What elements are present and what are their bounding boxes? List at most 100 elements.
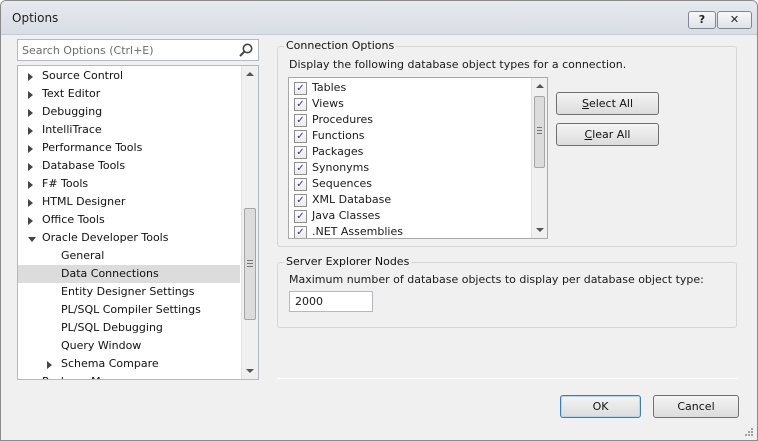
object-type-label: XML Database: [312, 193, 392, 206]
checkbox[interactable]: ✓: [294, 178, 307, 191]
object-type-label: .NET Assemblies: [312, 225, 403, 238]
tree-item[interactable]: Database Tools: [18, 157, 240, 175]
object-type-label: Packages: [312, 145, 364, 158]
tree-item[interactable]: Data Connections: [18, 265, 240, 283]
server-explorer-group: Server Explorer Nodes Maximum number of …: [277, 255, 737, 328]
max-objects-input[interactable]: 2000: [289, 291, 373, 312]
object-type-label: Java Classes: [312, 209, 381, 222]
scroll-up-icon[interactable]: [246, 72, 254, 76]
tree-scrollbar[interactable]: [241, 66, 258, 379]
collapse-arrow-icon[interactable]: [28, 145, 33, 153]
select-all-button[interactable]: Select All: [556, 92, 659, 115]
ok-button[interactable]: OK: [560, 395, 641, 418]
checkbox[interactable]: ✓: [294, 162, 307, 175]
tree-item-label: HTML Designer: [42, 195, 126, 208]
object-type-label: Sequences: [312, 177, 372, 190]
search-icon[interactable]: [238, 42, 254, 58]
expand-arrow-icon[interactable]: [28, 237, 36, 242]
server-explorer-description: Maximum number of database objects to di…: [289, 273, 704, 286]
tree-item-label: General: [61, 249, 105, 262]
tree-item[interactable]: General: [18, 247, 240, 265]
tree-items: Source Control Text Editor Debugging Intell…: [18, 67, 240, 380]
collapse-arrow-icon[interactable]: [28, 109, 33, 117]
tree-item-label: Performance Tools: [42, 141, 143, 154]
tree-item[interactable]: Oracle Developer Tools: [18, 229, 240, 247]
checkbox[interactable]: ✓: [294, 210, 307, 223]
tree-item[interactable]: Schema Compare: [18, 355, 240, 373]
search-input[interactable]: Search Options (Ctrl+E): [17, 39, 259, 61]
select-all-mnemonic: S: [581, 97, 589, 110]
tree-item-label: Database Tools: [42, 159, 126, 172]
object-types-list[interactable]: ✓ Tables ✓ Views ✓ Procedures ✓ Functions ✓ Packa…: [288, 77, 548, 239]
checkbox[interactable]: ✓: [294, 194, 307, 207]
collapse-arrow-icon[interactable]: [28, 379, 33, 380]
tree-item-label: Schema Compare: [61, 357, 159, 370]
tree-item[interactable]: Query Window: [18, 337, 240, 355]
checkbox[interactable]: ✓: [294, 82, 307, 95]
collapse-arrow-icon[interactable]: [28, 199, 33, 207]
tree-item[interactable]: PL/SQL Debugging: [18, 319, 240, 337]
footer-separator: [277, 378, 737, 379]
collapse-arrow-icon[interactable]: [28, 73, 33, 81]
tree-item-label: PL/SQL Debugging: [61, 321, 163, 334]
window-title: Options: [12, 11, 59, 25]
options-tree[interactable]: Source Control Text Editor Debugging Intell…: [17, 65, 259, 380]
scroll-up-icon[interactable]: [536, 84, 544, 88]
close-button[interactable]: ✕: [717, 11, 752, 29]
checkbox[interactable]: ✓: [294, 130, 307, 143]
tree-item-label: Package Manager: [42, 373, 139, 379]
tree-item[interactable]: HTML Designer: [18, 193, 240, 211]
tree-item-label: Text Editor: [42, 87, 101, 100]
tree-item[interactable]: PL/SQL Compiler Settings: [18, 301, 240, 319]
server-explorer-title: Server Explorer Nodes: [284, 255, 412, 268]
collapse-arrow-icon[interactable]: [28, 163, 33, 171]
checkbox[interactable]: ✓: [294, 114, 307, 127]
tree-item-label: F# Tools: [42, 177, 89, 190]
tree-item[interactable]: Text Editor: [18, 85, 240, 103]
checkbox[interactable]: ✓: [294, 98, 307, 111]
tree-item[interactable]: Debugging: [18, 103, 240, 121]
collapse-arrow-icon[interactable]: [47, 361, 52, 369]
object-type-label: Views: [312, 97, 344, 110]
collapse-arrow-icon[interactable]: [28, 217, 33, 225]
tree-item[interactable]: F# Tools: [18, 175, 240, 193]
tree-item-label: Oracle Developer Tools: [42, 231, 169, 244]
object-type-label: Procedures: [312, 113, 373, 126]
clear-all-label: lear All: [592, 128, 631, 141]
search-placeholder: Search Options (Ctrl+E): [22, 44, 154, 57]
collapse-arrow-icon[interactable]: [28, 91, 33, 99]
tree-item[interactable]: Source Control: [18, 67, 240, 85]
tree-item-label: Debugging: [42, 105, 103, 118]
scroll-thumb[interactable]: [534, 96, 545, 168]
tree-item-label: PL/SQL Compiler Settings: [61, 303, 201, 316]
clear-all-button[interactable]: Clear All: [556, 123, 659, 146]
scroll-down-icon[interactable]: [536, 228, 544, 232]
collapse-arrow-icon[interactable]: [28, 181, 33, 189]
checkbox[interactable]: ✓: [294, 226, 307, 238]
tree-item-label: Entity Designer Settings: [61, 285, 195, 298]
tree-item-label: Data Connections: [61, 267, 159, 280]
connection-options-group: Connection Options Display the following…: [277, 39, 737, 247]
tree-item-label: IntelliTrace: [42, 123, 102, 136]
object-types-scrollbar[interactable]: [531, 78, 547, 238]
title-bar: Options ? ✕: [1, 1, 757, 35]
scroll-thumb[interactable]: [244, 208, 256, 320]
scroll-down-icon[interactable]: [246, 369, 254, 373]
cancel-button[interactable]: Cancel: [653, 395, 739, 418]
resize-grip-icon[interactable]: [744, 427, 754, 437]
object-type-label: Synonyms: [312, 161, 370, 174]
connection-options-description: Display the following database object ty…: [289, 58, 627, 71]
tree-item[interactable]: Office Tools: [18, 211, 240, 229]
select-all-label: elect All: [588, 97, 634, 110]
collapse-arrow-icon[interactable]: [28, 127, 33, 135]
tree-item[interactable]: Package Manager: [18, 373, 240, 380]
help-button[interactable]: ?: [688, 11, 716, 29]
tree-item[interactable]: IntelliTrace: [18, 121, 240, 139]
object-type-label: Functions: [312, 129, 365, 142]
connection-options-title: Connection Options: [284, 39, 397, 52]
tree-item[interactable]: Entity Designer Settings: [18, 283, 240, 301]
options-dialog: Options ? ✕ Search Options (Ctrl+E) Sour…: [0, 0, 758, 441]
tree-item[interactable]: Performance Tools: [18, 139, 240, 157]
checkbox[interactable]: ✓: [294, 146, 307, 159]
tree-item-label: Source Control: [42, 69, 124, 82]
